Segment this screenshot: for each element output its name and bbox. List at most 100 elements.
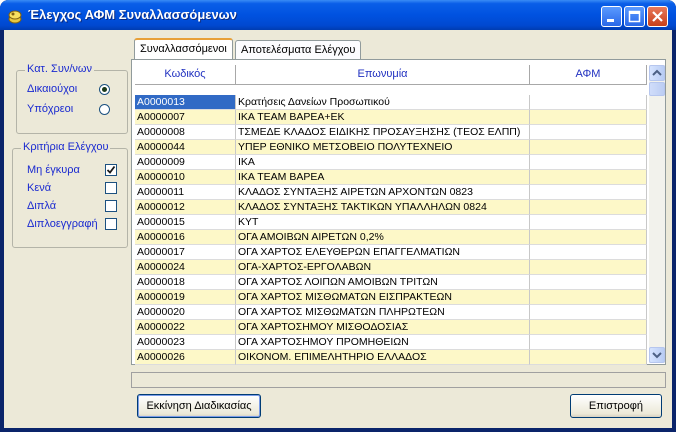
table-row[interactable]: A0000012 ΚΛΑΔΟΣ ΣΥΝΤΑΞΗΣ ΤΑΚΤΙΚΩΝ ΥΠΑΛΛΗΛ…: [135, 200, 647, 215]
table-row[interactable]: A0000007 ΙΚΑ TEAM ΒΑΡΕΑ+ΕΚ: [135, 110, 647, 125]
cell-afm: [530, 140, 647, 155]
table-body: A0000013 Κρατήσεις Δανείων Προσωπικού A000…: [135, 95, 647, 365]
app-icon: [8, 10, 22, 24]
cell-afm: [530, 320, 647, 335]
table-row[interactable]: A0000024 ΟΓΑ-ΧΑΡΤΟΣ-ΕΡΓΟΛΑΒΩΝ: [135, 260, 647, 275]
criteria-empty-label: Κενά: [27, 182, 52, 194]
option-beneficiaries-radio[interactable]: [99, 84, 110, 95]
criteria-duplicate-label: Διπλά: [27, 200, 57, 212]
table-row[interactable]: A0000015 ΚΥΤ: [135, 215, 647, 230]
cell-afm: [530, 290, 647, 305]
criteria-invalid-label: Μη έγκυρα: [27, 164, 80, 176]
cell-code: A0000015: [135, 215, 236, 230]
table-row[interactable]: A0000010 ΙΚΑ TEAM ΒΑΡΕΑ: [135, 170, 647, 185]
cell-code: A0000011: [135, 185, 236, 200]
tab-transactors[interactable]: Συναλλασσόμενοι: [134, 38, 233, 59]
criteria-double-entry-checkbox[interactable]: [105, 218, 117, 230]
cell-name: ΙΚΑ TEAM ΒΑΡΕΑ+ΕΚ: [236, 110, 530, 125]
category-group: Κατ. Συν/νων Δικαιούχοι Υπόχρεοι: [16, 63, 128, 134]
back-button[interactable]: Επιστροφή: [570, 394, 662, 418]
table-row[interactable]: A0000020 ΟΓΑ ΧΑΡΤΟΣ ΜΙΣΘΩΜΑΤΩΝ ΠΛΗΡΩΤΕΩΝ: [135, 305, 647, 320]
criteria-group: Κριτήρια Ελέγχου Μη έγκυρα Κενά Διπλά Δι…: [12, 141, 128, 248]
cell-afm: [530, 110, 647, 125]
cell-code: A0000007: [135, 110, 236, 125]
scroll-down-icon: [652, 352, 662, 359]
start-process-button[interactable]: Εκκίνηση Διαδικασίας: [137, 394, 261, 418]
cell-afm: [530, 155, 647, 170]
column-header-code[interactable]: Κωδικός: [135, 65, 236, 85]
table-row[interactable]: A0000013 Κρατήσεις Δανείων Προσωπικού: [135, 95, 647, 110]
table-row[interactable]: A0000044 ΥΠΕΡ ΕΘΝΙΚΟ ΜΕΤΣΟΒΕΙΟ ΠΟΛΥΤΕΧΝΕΙ…: [135, 140, 647, 155]
close-icon: [652, 11, 663, 22]
cell-name: ΟΓΑ ΑΜΟΙΒΩΝ ΑΙΡΕΤΩΝ 0,2%: [236, 230, 530, 245]
cell-name: ΟΓΑ ΧΑΡΤΟΣ ΛΟΙΠΩΝ ΑΜΟΙΒΩΝ ΤΡΙΤΩΝ: [236, 275, 530, 290]
cell-afm: [530, 335, 647, 350]
cell-code: A0000018: [135, 275, 236, 290]
cell-afm: [530, 215, 647, 230]
cell-afm: [530, 95, 647, 110]
table-row[interactable]: A0000016 ΟΓΑ ΑΜΟΙΒΩΝ ΑΙΡΕΤΩΝ 0,2%: [135, 230, 647, 245]
cell-name: ΚΛΑΔΟΣ ΣΥΝΤΑΞΗΣ ΑΙΡΕΤΩΝ ΑΡΧΟΝΤΩΝ 0823: [236, 185, 530, 200]
scroll-up-button[interactable]: [649, 65, 665, 81]
cell-afm: [530, 245, 647, 260]
table-row[interactable]: A0000022 ΟΓΑ ΧΑΡΤΟΣΗΜΟΥ ΜΙΣΘΟΔΟΣΙΑΣ: [135, 320, 647, 335]
cell-afm: [530, 200, 647, 215]
table-header: Κωδικός Επωνυμία ΑΦΜ: [135, 65, 647, 85]
cell-code: A0000009: [135, 155, 236, 170]
cell-code: A0000017: [135, 245, 236, 260]
maximize-icon: [628, 10, 641, 23]
criteria-duplicate-checkbox[interactable]: [105, 200, 117, 212]
client-area: Κατ. Συν/νων Δικαιούχοι Υπόχρεοι Κριτήρι…: [4, 30, 672, 428]
cell-code: A0000020: [135, 305, 236, 320]
cell-code: A0000023: [135, 335, 236, 350]
window-title: Έλεγχος ΑΦΜ Συναλλασσόμενων: [28, 7, 237, 22]
tab-check-results[interactable]: Αποτελέσματα Ελέγχου: [235, 40, 362, 59]
cell-code: A0000010: [135, 170, 236, 185]
option-beneficiaries-label: Δικαιούχοι: [27, 83, 78, 95]
maximize-button[interactable]: [624, 6, 645, 27]
cell-name: ΥΠΕΡ ΕΘΝΙΚΟ ΜΕΤΣΟΒΕΙΟ ΠΟΛΥΤΕΧΝΕΙΟ: [236, 140, 530, 155]
cell-afm: [530, 230, 647, 245]
table-row[interactable]: A0000023 ΟΓΑ ΧΑΡΤΟΣΗΜΟΥ ΠΡΟΜΗΘΕΙΩΝ: [135, 335, 647, 350]
cell-name: ΟΓΑ ΧΑΡΤΟΣΗΜΟΥ ΜΙΣΘΟΔΟΣΙΑΣ: [236, 320, 530, 335]
cell-name: ΚΥΤ: [236, 215, 530, 230]
scroll-down-button[interactable]: [649, 347, 665, 363]
column-header-afm[interactable]: ΑΦΜ: [530, 65, 647, 85]
table-row[interactable]: A0000026 ΟΙΚΟΝΟΜ. ΕΠΙΜΕΛΗΤΗΡΙΟ ΕΛΛΑΔΟΣ: [135, 350, 647, 365]
criteria-legend: Κριτήρια Ελέγχου: [21, 141, 111, 153]
cell-name: ΚΛΑΔΟΣ ΣΥΝΤΑΞΗΣ ΤΑΚΤΙΚΩΝ ΥΠΑΛΛΗΛΩΝ 0824: [236, 200, 530, 215]
criteria-invalid-checkbox[interactable]: [105, 164, 117, 176]
cell-code: A0000024: [135, 260, 236, 275]
vertical-scrollbar[interactable]: [649, 65, 665, 363]
cell-code: A0000012: [135, 200, 236, 215]
criteria-double-entry-label: Διπλοεγγραφή: [27, 218, 98, 230]
column-header-name[interactable]: Επωνυμία: [236, 65, 530, 85]
table-row[interactable]: A0000011 ΚΛΑΔΟΣ ΣΥΝΤΑΞΗΣ ΑΙΡΕΤΩΝ ΑΡΧΟΝΤΩΝ…: [135, 185, 647, 200]
cell-name: ΟΓΑ ΧΑΡΤΟΣΗΜΟΥ ΠΡΟΜΗΘΕΙΩΝ: [236, 335, 530, 350]
table-row[interactable]: A0000018 ΟΓΑ ΧΑΡΤΟΣ ΛΟΙΠΩΝ ΑΜΟΙΒΩΝ ΤΡΙΤΩΝ: [135, 275, 647, 290]
criteria-empty-checkbox[interactable]: [105, 182, 117, 194]
table-row[interactable]: A0000009 ΙΚΑ: [135, 155, 647, 170]
cell-code: A0000022: [135, 320, 236, 335]
option-obligors-radio[interactable]: [99, 104, 110, 115]
cell-code: A0000019: [135, 290, 236, 305]
cell-afm: [530, 170, 647, 185]
cell-name: ΟΓΑ ΧΑΡΤΟΣ ΕΛΕΥΘΕΡΩΝ ΕΠΑΓΓΕΛΜΑΤΙΩΝ: [236, 245, 530, 260]
cell-code: A0000026: [135, 350, 236, 365]
cell-afm: [530, 275, 647, 290]
scroll-thumb[interactable]: [649, 82, 665, 96]
cell-afm: [530, 305, 647, 320]
table-row[interactable]: A0000008 ΤΣΜΕΔΕ ΚΛΑΔΟΣ ΕΙΔΙΚΗΣ ΠΡΟΣΑΥΞΗΣΗ…: [135, 125, 647, 140]
title-bar[interactable]: Έλεγχος ΑΦΜ Συναλλασσόμενων: [0, 0, 676, 30]
cell-name: ΤΣΜΕΔΕ ΚΛΑΔΟΣ ΕΙΔΙΚΗΣ ΠΡΟΣΑΥΞΗΣΗΣ (ΤΕΟΣ …: [236, 125, 530, 140]
close-button[interactable]: [647, 6, 668, 27]
cell-code: A0000016: [135, 230, 236, 245]
cell-afm: [530, 125, 647, 140]
minimize-icon: [607, 19, 614, 22]
cell-name: ΟΓΑ ΧΑΡΤΟΣ ΜΙΣΘΩΜΑΤΩΝ ΠΛΗΡΩΤΕΩΝ: [236, 305, 530, 320]
cell-name: ΟΓΑ-ΧΑΡΤΟΣ-ΕΡΓΟΛΑΒΩΝ: [236, 260, 530, 275]
app-window: Έλεγχος ΑΦΜ Συναλλασσόμενων Κατ. Συν/νων…: [0, 0, 676, 432]
table-row[interactable]: A0000017 ΟΓΑ ΧΑΡΤΟΣ ΕΛΕΥΘΕΡΩΝ ΕΠΑΓΓΕΛΜΑΤΙ…: [135, 245, 647, 260]
table-row[interactable]: A0000019 ΟΓΑ ΧΑΡΤΟΣ ΜΙΣΘΩΜΑΤΩΝ ΕΙΣΠΡΑΚΤΕΩ…: [135, 290, 647, 305]
minimize-button[interactable]: [601, 6, 622, 27]
